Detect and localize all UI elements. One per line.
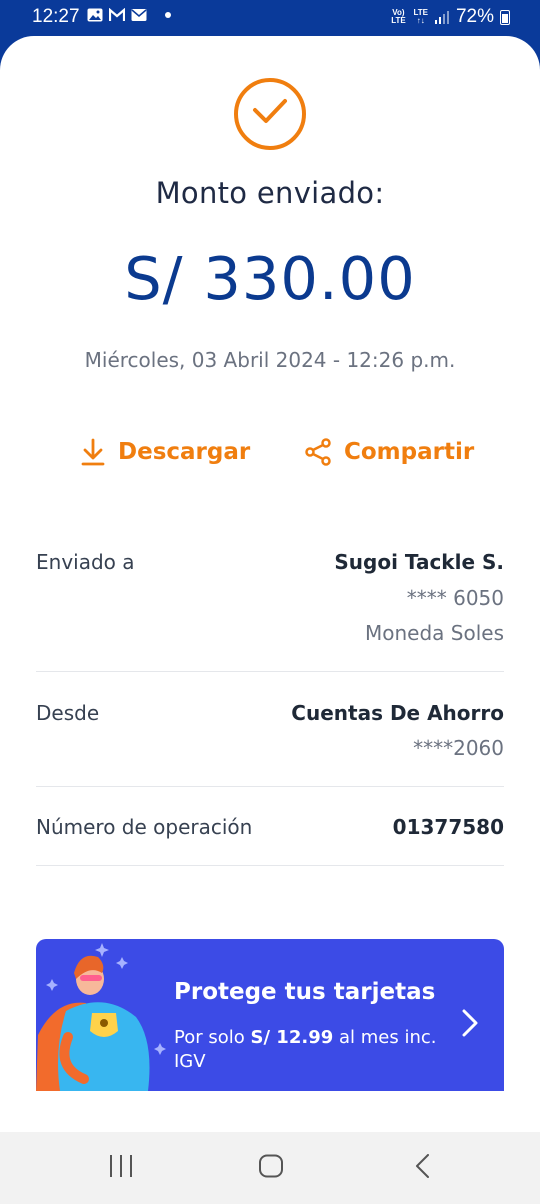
volte-icon: Vo) LTE — [391, 8, 406, 25]
from-account-number: ****2060 — [413, 736, 504, 760]
operation-number: 01377580 — [392, 815, 504, 839]
promo-sub-prefix: Por solo — [174, 1027, 245, 1048]
receipt-card: Monto enviado: S/ 330.00 Miércoles, 03 A… — [0, 36, 540, 1132]
promo-subtitle: Por solo S/ 12.99 al mes inc. IGV — [174, 1026, 464, 1074]
system-navigation-bar — [0, 1132, 540, 1204]
share-button[interactable]: Compartir — [304, 438, 474, 466]
battery-icon — [500, 9, 510, 25]
back-icon — [416, 1154, 429, 1178]
promo-price: S/ 12.99 — [250, 1027, 334, 1048]
receipt-title: Monto enviado: — [155, 176, 385, 210]
home-icon — [259, 1154, 283, 1178]
mail-icon — [131, 9, 147, 21]
home-button[interactable] — [258, 1154, 284, 1182]
chevron-right-icon — [462, 1009, 478, 1037]
battery-percent: 72% — [455, 6, 494, 27]
status-time: 12:27 — [32, 6, 80, 27]
back-button[interactable] — [414, 1154, 432, 1182]
notification-icons — [87, 8, 171, 22]
lte-icon: LTE ↑↓ — [413, 8, 428, 25]
system-icons: Vo) LTE LTE ↑↓ 72% — [389, 6, 510, 28]
divider — [36, 865, 504, 866]
sent-amount: S/ 330.00 — [124, 244, 416, 313]
sent-to-name: Sugoi Tackle S. — [334, 550, 504, 574]
divider — [36, 671, 504, 672]
share-label: Compartir — [344, 439, 475, 465]
divider — [36, 786, 504, 787]
transaction-datetime: Miércoles, 03 Abril 2024 - 12:26 p.m. — [84, 348, 456, 372]
share-icon — [305, 438, 331, 466]
signal-icon — [434, 11, 449, 24]
status-bar: 12:27 Vo) LTE LTE ↑↓ 72% — [0, 0, 540, 36]
promo-title: Protege tus tarjetas — [174, 979, 436, 1005]
sent-to-currency: Moneda Soles — [365, 621, 504, 645]
image-icon — [87, 8, 103, 22]
download-label: Descargar — [118, 439, 251, 465]
gmail-icon — [109, 8, 125, 21]
download-button[interactable]: Descargar — [80, 438, 250, 466]
superhero-illustration — [36, 943, 166, 1091]
recent-apps-icon — [110, 1155, 132, 1177]
recent-apps-button[interactable] — [108, 1154, 134, 1182]
download-icon — [81, 438, 105, 466]
protect-cards-banner[interactable]: Protege tus tarjetas Por solo S/ 12.99 a… — [36, 939, 504, 1091]
from-account-name: Cuentas De Ahorro — [291, 701, 504, 725]
sent-to-label: Enviado a — [36, 550, 135, 574]
operation-label: Número de operación — [36, 815, 253, 839]
sent-to-account: **** 6050 — [406, 586, 504, 610]
success-check-icon — [234, 78, 306, 150]
notification-dot — [165, 12, 171, 18]
from-label: Desde — [36, 701, 100, 725]
